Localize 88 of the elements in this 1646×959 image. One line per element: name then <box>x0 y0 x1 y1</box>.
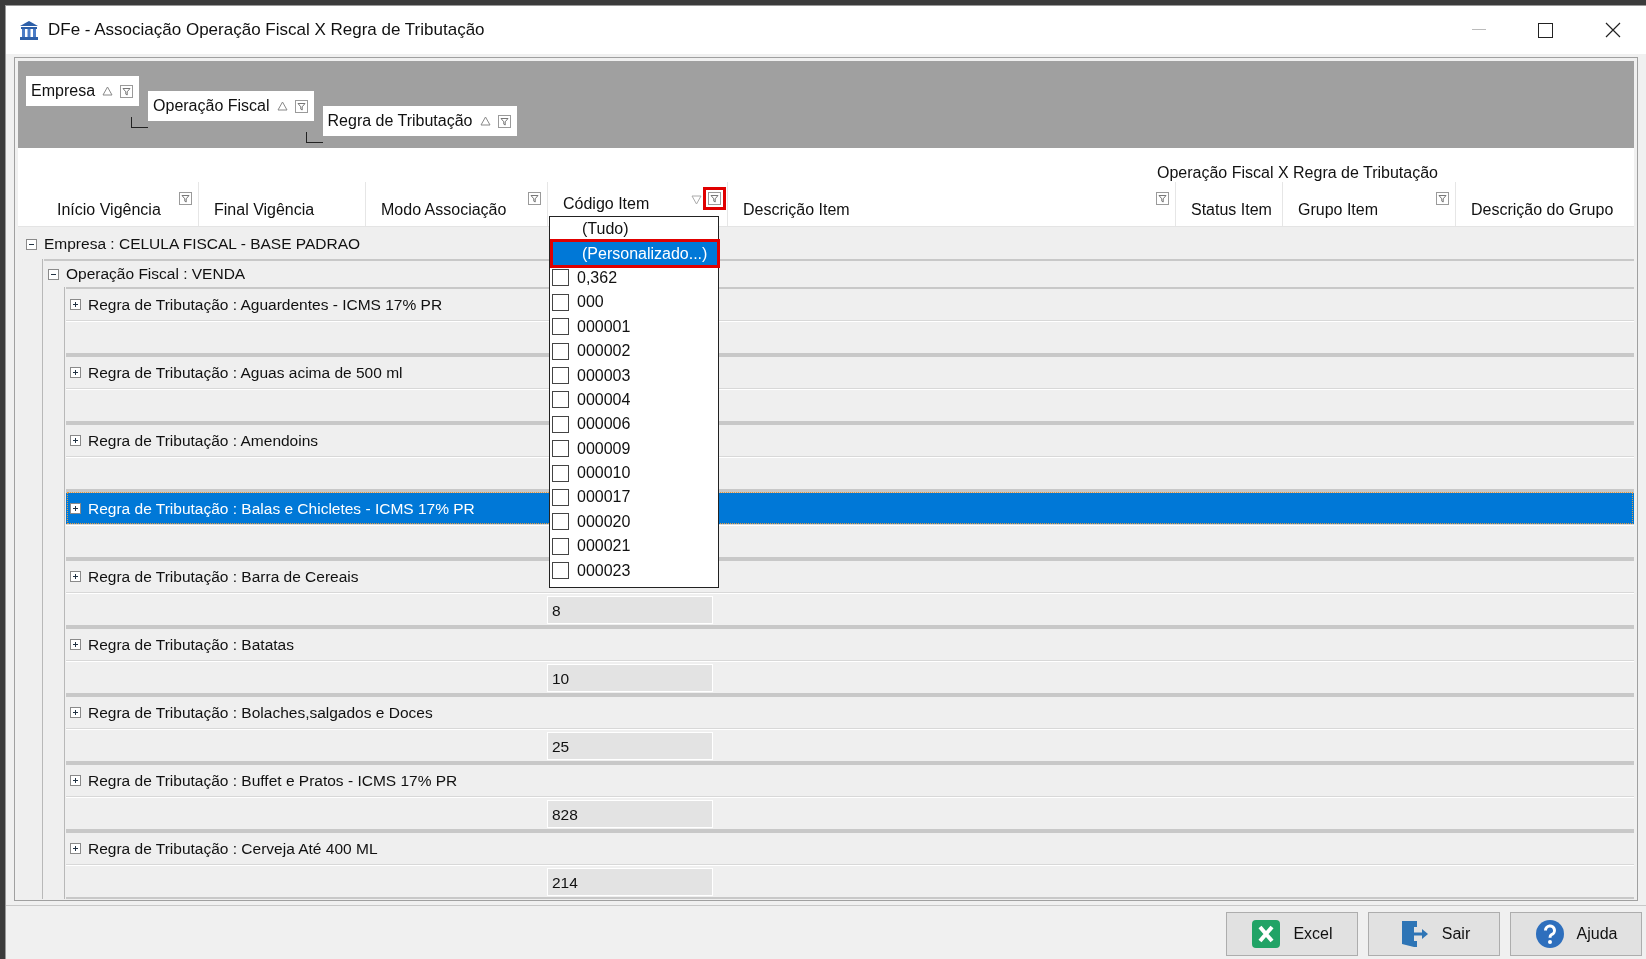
code-cell: 25 <box>547 731 713 760</box>
expand-icon[interactable] <box>70 775 81 786</box>
filter-option[interactable]: 000003 <box>575 365 633 386</box>
checkbox[interactable] <box>552 464 569 482</box>
tree-row-label[interactable]: Regra de Tributação : Bolaches,salgados e Doces <box>88 703 433 722</box>
filter-icon[interactable] <box>1436 192 1449 205</box>
checkbox[interactable] <box>552 489 569 506</box>
column-header[interactable]: Descrição Item <box>731 192 1150 219</box>
code-cell: 828 <box>547 799 713 828</box>
tree-row-label[interactable]: Regra de Tributação : Barra de Cereais <box>88 567 359 586</box>
filter-icon[interactable] <box>294 99 308 113</box>
expand-icon[interactable] <box>70 843 81 854</box>
expand-icon[interactable] <box>70 435 81 446</box>
checkbox[interactable] <box>552 415 569 433</box>
help-icon <box>1534 919 1565 949</box>
spreadsheet-icon <box>1251 919 1282 949</box>
tree-row-label[interactable]: Regra de Tributação : Batatas <box>88 635 294 654</box>
tree-row-label[interactable]: Operação Fiscal : VENDA <box>66 265 246 283</box>
column-header[interactable]: Modo Associação <box>369 192 522 219</box>
exit-button[interactable]: Sair <box>1368 912 1500 956</box>
filter-icon[interactable] <box>120 84 134 98</box>
filter-icon[interactable] <box>179 192 192 205</box>
filter-option[interactable]: 000023 <box>575 560 633 581</box>
checkbox[interactable] <box>552 440 569 458</box>
checkbox[interactable] <box>552 537 569 555</box>
column-header[interactable]: Grupo Item <box>1286 192 1430 219</box>
excel-button[interactable]: Excel <box>1226 912 1358 956</box>
filter-option[interactable]: 000001 <box>575 316 633 337</box>
filter-option[interactable]: (Tudo) <box>580 219 631 240</box>
tree-row-label[interactable]: Regra de Tributação : Aguas acima de 500 ml <box>88 363 403 382</box>
help-button[interactable]: Ajuda <box>1510 912 1642 956</box>
code-cell: 214 <box>547 867 713 896</box>
group-field-chip[interactable]: Regra de Tributação <box>322 106 517 136</box>
tree-row-label[interactable]: Regra de Tributação : Buffet e Pratos - ICMS 17% PR <box>88 771 458 790</box>
filter-option[interactable]: 000 <box>575 292 606 313</box>
maximize-icon <box>1538 22 1553 38</box>
collapse-icon[interactable] <box>26 238 37 250</box>
close-icon <box>1604 22 1621 38</box>
expand-icon[interactable] <box>70 299 81 310</box>
expand-icon[interactable] <box>70 707 81 718</box>
building-icon <box>18 19 40 41</box>
tree-row-label[interactable]: Regra de Tributação : Aguardentes - ICMS 17% PR <box>88 295 443 314</box>
filter-icon[interactable] <box>497 114 511 128</box>
checkbox[interactable] <box>552 342 569 360</box>
filter-icon[interactable] <box>703 187 726 210</box>
window-title: DFe - Associação Operação Fiscal X Regra de Tributação <box>48 20 486 40</box>
band-title: Operação Fiscal X Regra de Tributação <box>1156 164 1438 182</box>
column-header[interactable]: Status Item <box>1179 192 1276 219</box>
filter-option[interactable]: 0,362 <box>575 267 620 288</box>
checkbox[interactable] <box>552 293 569 311</box>
code-cell: 10 <box>547 663 713 692</box>
filter-option[interactable]: 000017 <box>575 487 633 508</box>
checkbox[interactable] <box>552 318 569 336</box>
expand-icon[interactable] <box>70 571 81 582</box>
checkbox[interactable] <box>552 391 569 409</box>
tree-row-label[interactable]: Regra de Tributação : Cerveja Até 400 ML <box>88 839 378 858</box>
column-header[interactable]: Final Vigência <box>202 192 359 219</box>
filter-icon[interactable] <box>528 192 541 205</box>
filter-option[interactable]: 000020 <box>575 511 633 532</box>
sort-ascending-icon <box>479 116 491 126</box>
sort-descending-icon <box>691 195 702 205</box>
tree-row-label[interactable]: Regra de Tributação : Balas e Chicletes - ICMS 17% PR <box>88 499 475 518</box>
expand-icon[interactable] <box>70 503 81 514</box>
filter-option[interactable]: 000021 <box>575 536 633 557</box>
expand-icon[interactable] <box>70 639 81 650</box>
filter-option[interactable]: 000010 <box>575 463 633 484</box>
group-field-chip[interactable]: Operação Fiscal <box>148 91 314 121</box>
filter-option[interactable]: 000009 <box>575 438 633 459</box>
column-header[interactable]: Código Item <box>551 192 685 213</box>
filter-option[interactable]: 000006 <box>575 414 633 435</box>
filter-icon[interactable] <box>1156 192 1169 205</box>
minimize-icon <box>1471 29 1486 31</box>
filter-option[interactable]: 000004 <box>575 389 633 410</box>
checkbox[interactable] <box>552 367 569 385</box>
group-field-chip[interactable]: Empresa <box>26 76 140 106</box>
sort-ascending-icon <box>276 101 288 111</box>
code-cell: 8 <box>547 595 713 624</box>
sort-ascending-icon <box>102 86 114 96</box>
collapse-icon[interactable] <box>48 268 59 280</box>
column-header[interactable]: Descrição do Grupo <box>1459 192 1627 219</box>
checkbox[interactable] <box>552 269 569 287</box>
expand-icon[interactable] <box>70 367 81 378</box>
tree-row-label[interactable]: Regra de Tributação : Amendoins <box>88 431 319 450</box>
tree-row-label[interactable]: Empresa : CELULA FISCAL - BASE PADRAO <box>44 235 361 253</box>
checkbox[interactable] <box>552 562 569 580</box>
checkbox[interactable] <box>552 513 569 531</box>
column-header[interactable]: Início Vigência <box>45 192 173 219</box>
filter-option[interactable]: 000002 <box>575 341 633 362</box>
